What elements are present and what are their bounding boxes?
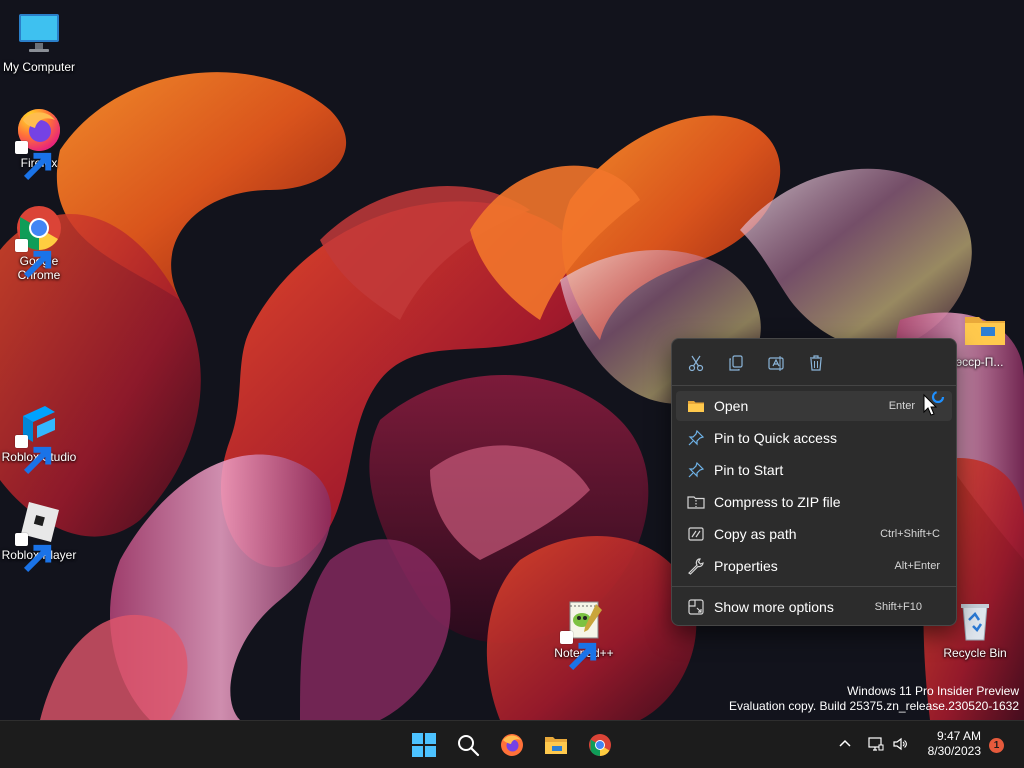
roblox-player-icon [15, 498, 63, 573]
taskbar-firefox-button[interactable] [494, 727, 530, 763]
context-menu-toolbar [672, 339, 956, 385]
firefox-icon [15, 106, 63, 181]
desktop[interactable]: My Computer Firefox Google Chrome Roblox… [0, 0, 1024, 720]
desktop-icon-label: Recycle Bin [943, 646, 1007, 660]
menu-separator [672, 385, 956, 386]
recycle-bin-icon [951, 596, 999, 644]
menu-item-label: Copy as path [714, 526, 797, 542]
desktop-icon-my-computer[interactable]: My Computer [0, 10, 78, 74]
menu-item-pin-to-quick-access[interactable]: Pin to Quick access [676, 423, 952, 453]
wrench-icon [686, 556, 706, 576]
file-explorer-icon [545, 737, 567, 754]
shortcut-arrow-icon [560, 631, 597, 671]
clock[interactable]: 9:47 AM 8/30/2023 [928, 729, 981, 759]
folder-icon [686, 396, 706, 416]
watermark-line-1: Windows 11 Pro Insider Preview [847, 684, 1019, 698]
menu-item-shortcut: Enter [888, 400, 915, 412]
shortcut-arrow-icon [15, 435, 52, 475]
cut-button[interactable] [684, 351, 708, 375]
folder-icon [961, 305, 1009, 353]
menu-item-shortcut: Ctrl+Shift+C [880, 528, 940, 540]
desktop-icon-folder[interactable]: эсср-П... [946, 305, 1024, 369]
menu-item-label: Compress to ZIP file [714, 494, 841, 510]
network-button[interactable] [866, 734, 886, 754]
path-icon [686, 524, 706, 544]
rename-icon [768, 356, 784, 371]
start-icon [412, 733, 436, 757]
monitor-icon [15, 10, 63, 58]
more-options-icon [686, 597, 706, 617]
menu-item-shortcut: Alt+Enter [894, 560, 940, 572]
pin-icon [686, 428, 706, 448]
menu-item-label: Properties [714, 558, 778, 574]
copy-icon [729, 355, 743, 371]
menu-separator [672, 586, 956, 587]
show-hidden-icons-button[interactable] [835, 734, 855, 754]
menu-item-label: Pin to Quick access [714, 430, 837, 446]
desktop-icon-roblox-studio[interactable]: Roblox Studio [0, 400, 78, 475]
volume-button[interactable] [890, 734, 910, 754]
menu-item-label: Show more options [714, 599, 834, 615]
menu-item-shortcut: Shift+F10 [874, 601, 922, 613]
desktop-icon-google-chrome[interactable]: Google Chrome [0, 204, 78, 282]
menu-item-copy-as-path[interactable]: Copy as path Ctrl+Shift+C [676, 519, 952, 549]
trash-icon [810, 355, 822, 371]
context-menu: Open Enter Pin to Quick access Pin to St… [671, 338, 957, 626]
menu-item-label: Open [714, 398, 749, 414]
taskbar-chrome-button[interactable] [582, 727, 618, 763]
menu-item-open[interactable]: Open Enter [676, 391, 952, 421]
start-button[interactable] [406, 727, 442, 763]
os-watermark: Windows 11 Pro Insider Preview Evaluatio… [729, 684, 1019, 714]
scissors-icon [688, 355, 704, 372]
watermark-line-2: Evaluation copy. Build 25375.zn_release.… [729, 699, 1019, 713]
menu-item-show-more-options[interactable]: Show more options Shift+F10 [676, 592, 952, 622]
network-icon [868, 737, 884, 751]
desktop-icon-firefox[interactable]: Firefox [0, 106, 78, 181]
zip-icon [686, 492, 706, 512]
shortcut-arrow-icon [15, 533, 52, 573]
copy-button[interactable] [724, 351, 748, 375]
shortcut-arrow-icon [15, 141, 52, 181]
pin-icon [686, 460, 706, 480]
rename-button[interactable] [764, 351, 788, 375]
chrome-icon [589, 734, 611, 756]
menu-item-properties[interactable]: Properties Alt+Enter [676, 551, 952, 581]
taskbar: 9:47 AM 8/30/2023 1 [0, 720, 1024, 768]
clock-time: 9:47 AM [936, 729, 981, 743]
desktop-icon-notepad-plus-plus[interactable]: Notepad++ [545, 596, 623, 671]
mouse-cursor-icon [923, 390, 945, 416]
search-icon [458, 735, 480, 757]
firefox-icon [501, 734, 523, 756]
volume-icon [893, 737, 907, 751]
shortcut-arrow-icon [15, 239, 52, 279]
chevron-up-icon [839, 739, 851, 747]
menu-item-pin-to-start[interactable]: Pin to Start [676, 455, 952, 485]
roblox-studio-icon [15, 400, 63, 475]
delete-button[interactable] [804, 351, 828, 375]
desktop-icon-roblox-player[interactable]: Roblox Player [0, 498, 78, 573]
search-button[interactable] [450, 727, 486, 763]
notification-badge[interactable]: 1 [989, 738, 1004, 753]
chrome-icon [15, 204, 63, 279]
notepad-plus-plus-icon [560, 596, 608, 671]
clock-date: 8/30/2023 [927, 744, 981, 758]
taskbar-file-explorer-button[interactable] [538, 727, 574, 763]
desktop-icon-label: эсср-П... [956, 355, 1004, 369]
menu-item-compress-to-zip[interactable]: Compress to ZIP file [676, 487, 952, 517]
desktop-icon-label: My Computer [2, 60, 76, 74]
menu-item-label: Pin to Start [714, 462, 784, 478]
